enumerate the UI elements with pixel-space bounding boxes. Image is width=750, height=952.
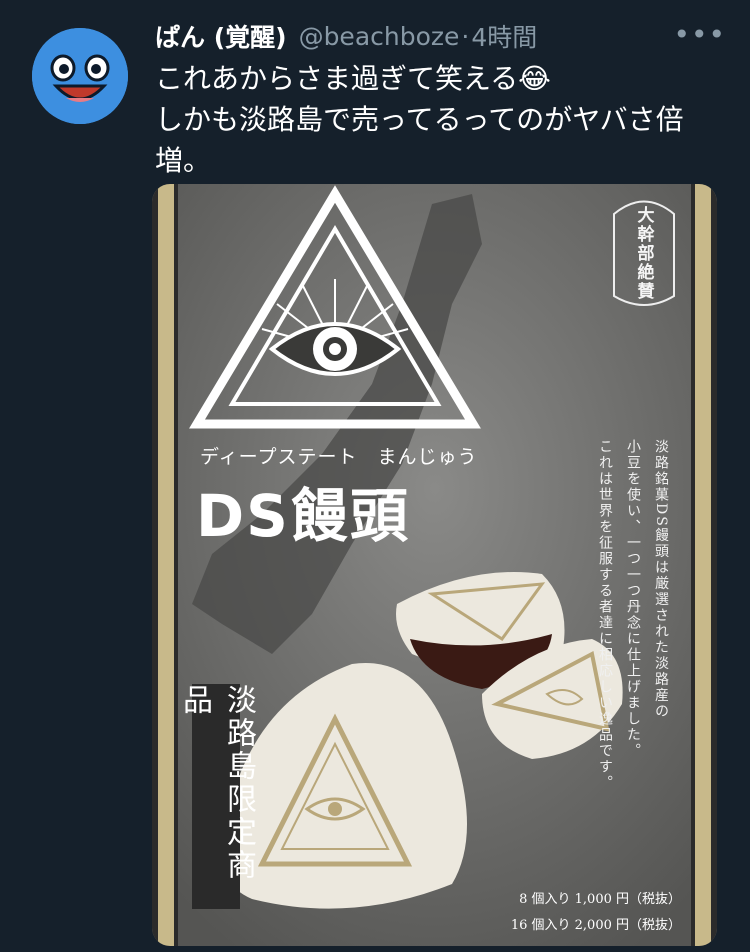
timestamp[interactable]: 4時間 <box>471 18 537 54</box>
limited-edition-text: 淡路島限定商品 <box>177 684 256 882</box>
more-dots-icon[interactable]: ••• <box>673 18 726 51</box>
user-handle[interactable]: @beachboze <box>299 22 460 51</box>
price-16-pieces: 16 個入り 2,000 円（税抜） <box>510 918 681 933</box>
separator-dot: · <box>461 21 470 51</box>
tweet-header: ぱん (覚醒) @beachboze · 4時間 ••• <box>155 16 730 56</box>
product-name: DS饅頭 <box>196 482 410 550</box>
price-8-pieces: 8 個入り 1,000 円（税抜） <box>519 892 681 907</box>
badge-text: 大幹部絶賛 <box>633 205 654 301</box>
description-column: 小豆を使い、一つ一つ丹念に仕上げました。 <box>625 439 641 759</box>
limited-edition-label: 淡路島限定商品 <box>177 684 256 909</box>
avatar[interactable] <box>32 28 128 124</box>
tweet-media-image[interactable]: 大幹部絶賛 淡路銘菓DS饅頭は厳選された淡路産の 小豆を使い、一つ一つ丹念に仕上… <box>152 184 717 946</box>
product-subtitle: ディープステート まんじゅう <box>200 446 478 468</box>
description-column: 淡路銘菓DS饅頭は厳選された淡路産の <box>653 439 669 720</box>
badge-endorsement: 大幹部絶賛 <box>608 194 680 312</box>
display-name[interactable]: ぱん (覚醒) <box>155 18 287 54</box>
tweet-text: これあからさま過ぎて笑える😂 しかも淡路島で売ってるってのがヤバさ倍 増。 <box>155 58 725 181</box>
tweet-text-line: しかも淡路島で売ってるってのがヤバさ倍 <box>155 103 684 136</box>
tweet-text-line: 増。 <box>155 144 212 177</box>
description-column: これは世界を征服する者達に相応しい逸品です。 <box>597 439 613 791</box>
slime-face-avatar <box>32 28 128 124</box>
tweet-text-line: これあからさま過ぎて笑える😂 <box>155 62 551 95</box>
